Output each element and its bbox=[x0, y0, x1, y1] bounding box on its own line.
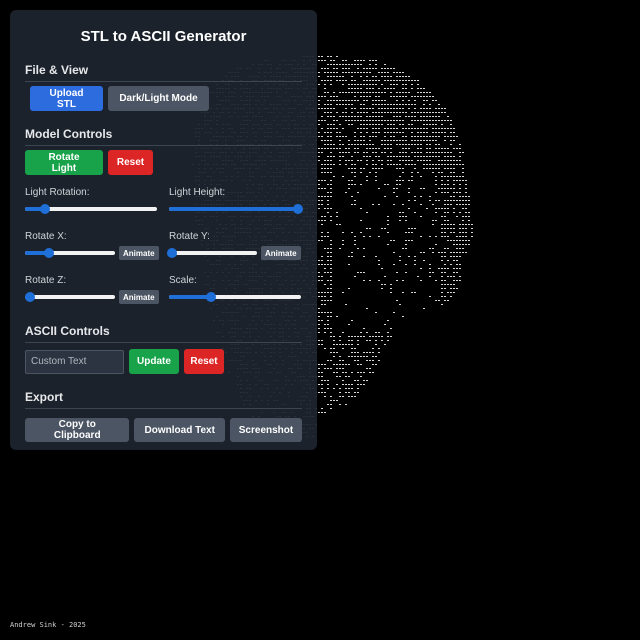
theme-toggle-button[interactable]: Dark/Light Mode bbox=[108, 86, 209, 111]
light-rotation-label: Light Rotation: bbox=[25, 187, 90, 198]
control-scale: Scale: bbox=[169, 274, 302, 306]
scale-label: Scale: bbox=[169, 275, 197, 286]
light-height-slider[interactable] bbox=[169, 204, 304, 214]
section-title-model-controls: Model Controls bbox=[25, 127, 302, 146]
rotate-z-slider-thumb[interactable] bbox=[24, 292, 35, 302]
footer-credit: Andrew Sink - 2025 bbox=[10, 621, 86, 629]
control-light-rotation: Light Rotation: bbox=[25, 186, 169, 218]
rotate-x-label: Rotate X: bbox=[25, 231, 67, 242]
scale-slider[interactable] bbox=[169, 292, 301, 302]
custom-text-input[interactable] bbox=[25, 349, 124, 374]
copy-clipboard-button[interactable]: Copy to Clipboard bbox=[25, 418, 130, 442]
control-rotate-y: Rotate Y: Animate bbox=[166, 230, 302, 262]
control-light-height: Light Height: bbox=[169, 186, 304, 218]
scale-slider-fill bbox=[169, 295, 212, 299]
rotate-y-label: Rotate Y: bbox=[169, 231, 210, 242]
animate-y-button[interactable]: Animate bbox=[261, 246, 301, 260]
animate-z-button[interactable]: Animate bbox=[119, 290, 159, 304]
light-height-label: Light Height: bbox=[169, 187, 226, 198]
render-viewport[interactable]: STL to ASCII Generator File & View Uploa… bbox=[0, 0, 640, 640]
light-height-slider-fill bbox=[169, 207, 299, 211]
rotate-x-slider-thumb[interactable] bbox=[44, 248, 55, 258]
screenshot-button[interactable]: Screenshot bbox=[230, 418, 302, 442]
rotate-x-slider[interactable] bbox=[25, 248, 115, 258]
scale-slider-thumb[interactable] bbox=[206, 292, 217, 302]
light-rotation-slider[interactable] bbox=[25, 204, 157, 214]
control-rotate-x: Rotate X: Animate bbox=[25, 230, 169, 262]
app-title: STL to ASCII Generator bbox=[80, 28, 247, 45]
control-panel: STL to ASCII Generator File & View Uploa… bbox=[10, 10, 317, 450]
section-title-file-view: File & View bbox=[25, 63, 302, 82]
rotate-light-button[interactable]: Rotate Light bbox=[25, 150, 103, 175]
download-text-button[interactable]: Download Text bbox=[134, 418, 225, 442]
light-height-slider-thumb[interactable] bbox=[293, 204, 304, 214]
rotate-y-slider-thumb[interactable] bbox=[166, 248, 177, 258]
section-title-export: Export bbox=[25, 390, 302, 409]
animate-x-button[interactable]: Animate bbox=[119, 246, 159, 260]
upload-stl-button[interactable]: Upload STL bbox=[30, 86, 103, 111]
update-button[interactable]: Update bbox=[129, 349, 179, 374]
rotate-z-slider[interactable] bbox=[24, 292, 115, 302]
control-rotate-z: Rotate Z: Animate bbox=[24, 274, 169, 306]
ascii-reset-button[interactable]: Reset bbox=[184, 349, 224, 374]
light-rotation-slider-thumb[interactable] bbox=[39, 204, 50, 214]
section-title-ascii-controls: ASCII Controls bbox=[25, 324, 302, 343]
rotate-z-label: Rotate Z: bbox=[25, 275, 67, 286]
rotate-y-slider[interactable] bbox=[166, 248, 257, 258]
model-reset-button[interactable]: Reset bbox=[108, 150, 153, 175]
